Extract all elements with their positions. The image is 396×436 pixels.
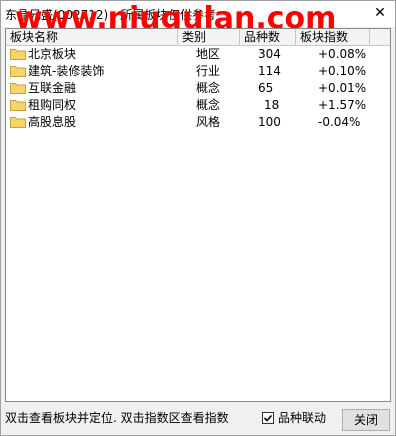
table-row[interactable]: 互联金融 概念 65 +0.01%: [6, 80, 390, 97]
row-index[interactable]: +1.57%: [318, 97, 366, 114]
row-index[interactable]: +0.08%: [318, 46, 366, 63]
column-header-index[interactable]: 板块指数: [296, 29, 370, 45]
row-category: 地区: [196, 47, 221, 61]
column-header-name[interactable]: 板块名称: [6, 29, 178, 45]
close-button[interactable]: 关闭: [342, 409, 390, 431]
row-index[interactable]: +0.01%: [318, 80, 366, 97]
row-count: 304: [258, 47, 281, 61]
table-row[interactable]: 高股息股 风格 100 -0.04%: [6, 114, 390, 131]
folder-icon: [10, 100, 26, 111]
row-index[interactable]: -0.04%: [318, 114, 360, 131]
row-category: 概念: [196, 81, 221, 95]
hint-text: 双击查看板块并定位. 双击指数区查看指数: [5, 411, 229, 425]
title-bar[interactable]: 东晶兄盛(002712) - 所属板块仅供参考 www.niugulan.com…: [1, 1, 395, 36]
linkage-checkbox[interactable]: [262, 412, 274, 424]
table-row[interactable]: 租购同权 概念 18 +1.57%: [6, 97, 390, 114]
row-count: 18: [264, 98, 280, 112]
close-icon[interactable]: ✕: [371, 4, 389, 22]
column-header-category[interactable]: 类别: [178, 29, 240, 45]
row-index[interactable]: +0.10%: [318, 63, 366, 80]
column-header-count[interactable]: 品种数: [240, 29, 296, 45]
table-row[interactable]: 建筑-装修装饰 行业 114 +0.10%: [6, 63, 390, 80]
sector-list[interactable]: 板块名称 类别 品种数 板块指数 北京板块 地区 304 +0.08% 建筑-装…: [5, 28, 391, 402]
row-category: 概念: [196, 98, 221, 112]
row-category: 风格: [196, 115, 221, 129]
folder-icon: [10, 83, 26, 94]
folder-icon: [10, 117, 26, 128]
row-count: 65: [258, 81, 274, 95]
folder-icon: [10, 49, 26, 60]
row-name: 高股息股: [28, 115, 77, 129]
row-name: 北京板块: [28, 47, 77, 61]
table-row[interactable]: 北京板块 地区 304 +0.08%: [6, 46, 390, 63]
row-count: 100: [258, 115, 281, 129]
row-name: 租购同权: [28, 98, 77, 112]
folder-icon: [10, 66, 26, 77]
row-name: 互联金融: [28, 81, 77, 95]
checkmark-icon: [263, 414, 273, 422]
list-header: 板块名称 类别 品种数 板块指数: [6, 29, 390, 46]
sector-dialog: 东晶兄盛(002712) - 所属板块仅供参考 www.niugulan.com…: [0, 0, 396, 436]
row-name: 建筑-装修装饰: [28, 64, 105, 78]
row-count: 114: [258, 64, 281, 78]
linkage-checkbox-label[interactable]: 品种联动: [278, 409, 326, 427]
row-category: 行业: [196, 64, 221, 78]
